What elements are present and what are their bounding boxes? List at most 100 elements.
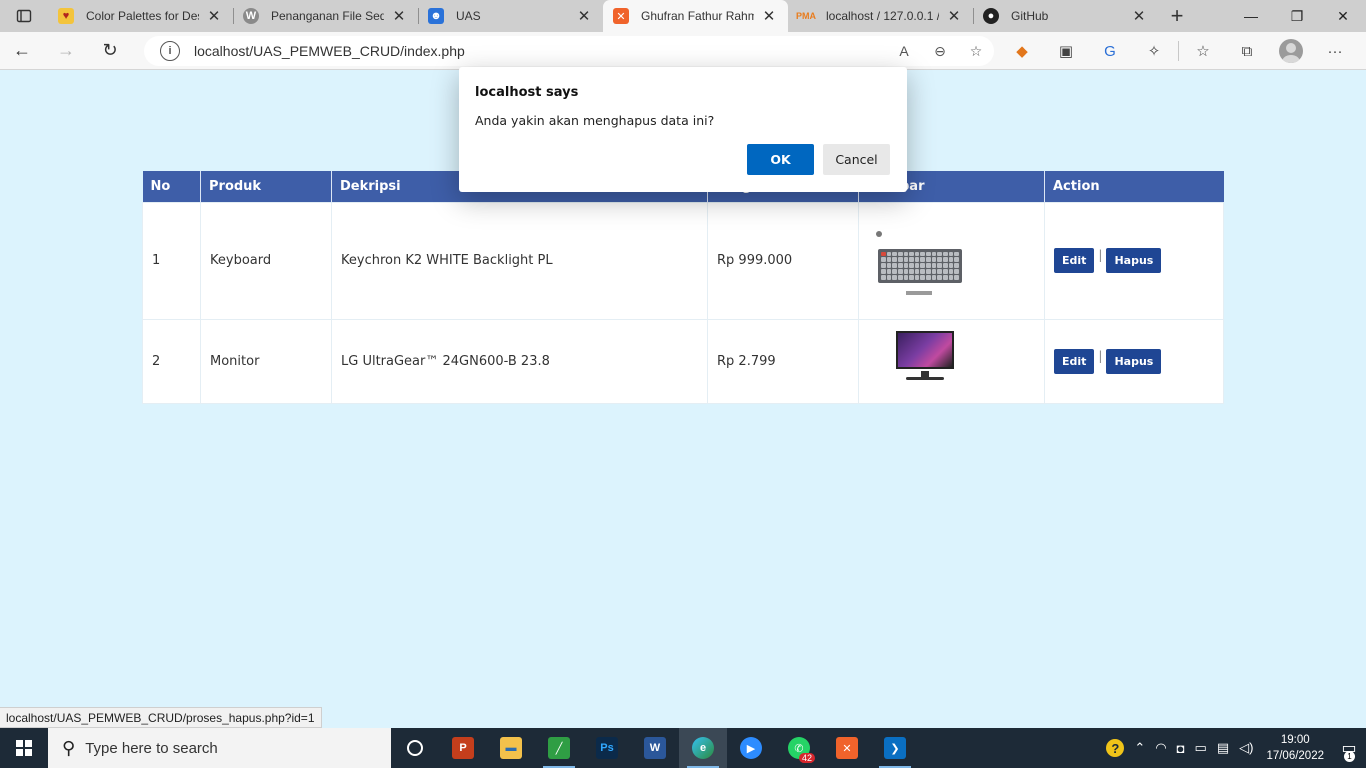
cell-no: 1 <box>142 201 201 320</box>
close-icon[interactable]: ✕ <box>945 7 963 25</box>
search-placeholder: Type here to search <box>85 739 218 757</box>
close-icon[interactable]: ✕ <box>760 7 778 25</box>
address-bar[interactable]: i localhost/UAS_PEMWEB_CRUD/index.php A … <box>144 36 994 66</box>
extensions-puzzle-icon[interactable]: ✧ <box>1132 32 1176 70</box>
new-tab-button[interactable]: + <box>1160 0 1194 32</box>
tab-title: UAS <box>456 9 481 23</box>
zoom-app[interactable]: ▶ <box>727 728 775 768</box>
phpmyadmin-icon: PMA <box>796 11 816 21</box>
metamask-icon[interactable]: ◆ <box>1000 32 1044 70</box>
edit-button[interactable]: Edit <box>1054 348 1095 374</box>
cancel-button[interactable]: Cancel <box>823 144 890 175</box>
xampp-app[interactable]: ✕ <box>823 728 871 768</box>
action-separator: | <box>1098 348 1103 363</box>
folder-icon: ▬ <box>500 737 522 759</box>
favorites-icon[interactable]: ☆ <box>1181 32 1225 70</box>
close-icon[interactable]: ✕ <box>390 7 408 25</box>
cell-harga: Rp 2.799 <box>707 318 859 404</box>
clock-time: 19:00 <box>1280 734 1310 746</box>
wifi-icon[interactable]: ◠ <box>1155 740 1166 756</box>
monitor-image <box>886 331 996 391</box>
hapus-button[interactable]: Hapus <box>1106 248 1162 273</box>
screen-capture-icon[interactable]: ▣ <box>1044 32 1088 70</box>
cell-produk: Keyboard <box>200 201 332 320</box>
cell-action: Edit | Hapus <box>1044 201 1224 320</box>
zoom-video-icon: ▶ <box>740 737 762 759</box>
tab-actions-button[interactable] <box>0 0 48 32</box>
dialog-message: Anda yakin akan menghapus data ini? <box>475 113 715 128</box>
tab-title: Color Palettes for Desi <box>86 9 199 23</box>
wordpress-icon: W <box>243 8 259 24</box>
table-row: 2 Monitor LG UltraGear™ 24GN600-B 23.8 R… <box>142 318 1224 404</box>
address-url[interactable]: localhost/UAS_PEMWEB_CRUD/index.php <box>194 43 886 59</box>
plus-icon: + <box>1170 3 1184 28</box>
xampp-icon: ✕ <box>613 8 629 24</box>
powerpoint-app[interactable]: P <box>439 728 487 768</box>
avatar <box>1279 39 1303 63</box>
clock-date: 17/06/2022 <box>1266 750 1324 762</box>
edit-button[interactable]: Edit <box>1054 248 1095 273</box>
clock[interactable]: 19:00 17/06/2022 <box>1266 732 1324 764</box>
battery-icon[interactable]: ▭ <box>1195 740 1207 756</box>
tab-ghufran-fathur[interactable]: ✕ Ghufran Fathur Rahma ✕ <box>603 0 788 32</box>
close-window-icon[interactable]: ✕ <box>1320 0 1366 32</box>
whatsapp-badge: 42 <box>798 753 815 763</box>
whatsapp-app[interactable]: ✆ 42 <box>775 728 823 768</box>
restore-icon[interactable]: ❐ <box>1274 0 1320 32</box>
browser-toolbar: ← → ↻ i localhost/UAS_PEMWEB_CRUD/index.… <box>0 32 1366 70</box>
tab-phpmyadmin[interactable]: PMA localhost / 127.0.0.1 / ✕ <box>788 0 973 32</box>
file-explorer-app[interactable]: ▬ <box>487 728 535 768</box>
cell-gambar <box>858 318 1045 404</box>
translate-icon[interactable]: G <box>1088 32 1132 70</box>
profile-button[interactable] <box>1269 32 1313 70</box>
tab-actions-icon <box>16 9 32 23</box>
taskbar-apps: P ▬ ╱ Ps W e ▶ ✆ 42 ✕ ❯ <box>391 728 919 768</box>
word-app[interactable]: W <box>631 728 679 768</box>
collections-icon[interactable]: ⧉ <box>1225 32 1269 70</box>
extensions-bar: ◆ ▣ G ✧ ☆ ⧉ ··· <box>1000 32 1357 70</box>
edge-app[interactable]: e <box>679 728 727 768</box>
volume-icon[interactable]: ◁) <box>1239 740 1253 756</box>
chevron-up-icon[interactable]: ⌃ <box>1134 740 1145 756</box>
close-icon[interactable]: ✕ <box>205 7 223 25</box>
tab-title: Penanganan File Sede <box>271 9 384 23</box>
ok-button[interactable]: OK <box>747 144 814 175</box>
toolbar-divider <box>1178 41 1179 61</box>
minimize-icon[interactable]: — <box>1228 0 1274 32</box>
vscode-app[interactable]: ❯ <box>871 728 919 768</box>
keyboard-image <box>872 221 982 301</box>
forward-button[interactable]: → <box>44 32 88 70</box>
edge-icon: e <box>692 737 714 759</box>
tab-github[interactable]: ● GitHub ✕ <box>973 0 1158 32</box>
taskbar-search[interactable]: ⚲ Type here to search <box>48 728 391 768</box>
cell-deskripsi: LG UltraGear™ 24GN600-B 23.8 <box>331 318 708 404</box>
meet-icon[interactable]: ◘ <box>1177 741 1185 756</box>
cell-action: Edit | Hapus <box>1044 318 1224 404</box>
read-aloud-icon[interactable]: A <box>886 43 922 59</box>
zoom-icon[interactable]: ⊖ <box>922 43 958 60</box>
tab-uas[interactable]: ☻ UAS ✕ <box>418 0 603 32</box>
status-url-bubble: localhost/UAS_PEMWEB_CRUD/proses_hapus.p… <box>0 707 322 728</box>
tab-title: GitHub <box>1011 9 1049 23</box>
back-button[interactable]: ← <box>0 32 44 70</box>
cell-gambar <box>858 201 1045 320</box>
help-icon[interactable]: ? <box>1106 739 1125 757</box>
more-menu-icon[interactable]: ··· <box>1313 32 1357 70</box>
favorite-star-icon[interactable]: ☆ <box>958 43 994 60</box>
close-icon[interactable]: ✕ <box>1130 7 1148 25</box>
powerpoint-icon: P <box>452 737 474 759</box>
tab-color-palettes[interactable]: ♥ Color Palettes for Desi ✕ <box>48 0 233 32</box>
refresh-button[interactable]: ↻ <box>88 32 132 70</box>
display-icon[interactable]: ▤ <box>1217 740 1229 756</box>
tab-penanganan-file[interactable]: W Penanganan File Sede ✕ <box>233 0 418 32</box>
github-icon: ● <box>983 8 999 24</box>
search-icon: ⚲ <box>62 737 76 758</box>
task-view-button[interactable] <box>391 728 439 768</box>
hapus-button[interactable]: Hapus <box>1106 348 1162 374</box>
start-button[interactable] <box>0 728 48 768</box>
photoshop-app[interactable]: Ps <box>583 728 631 768</box>
sketch-app[interactable]: ╱ <box>535 728 583 768</box>
close-icon[interactable]: ✕ <box>575 7 593 25</box>
notification-button[interactable]: ▭ 1 <box>1332 728 1366 768</box>
site-info-icon[interactable]: i <box>160 41 180 61</box>
